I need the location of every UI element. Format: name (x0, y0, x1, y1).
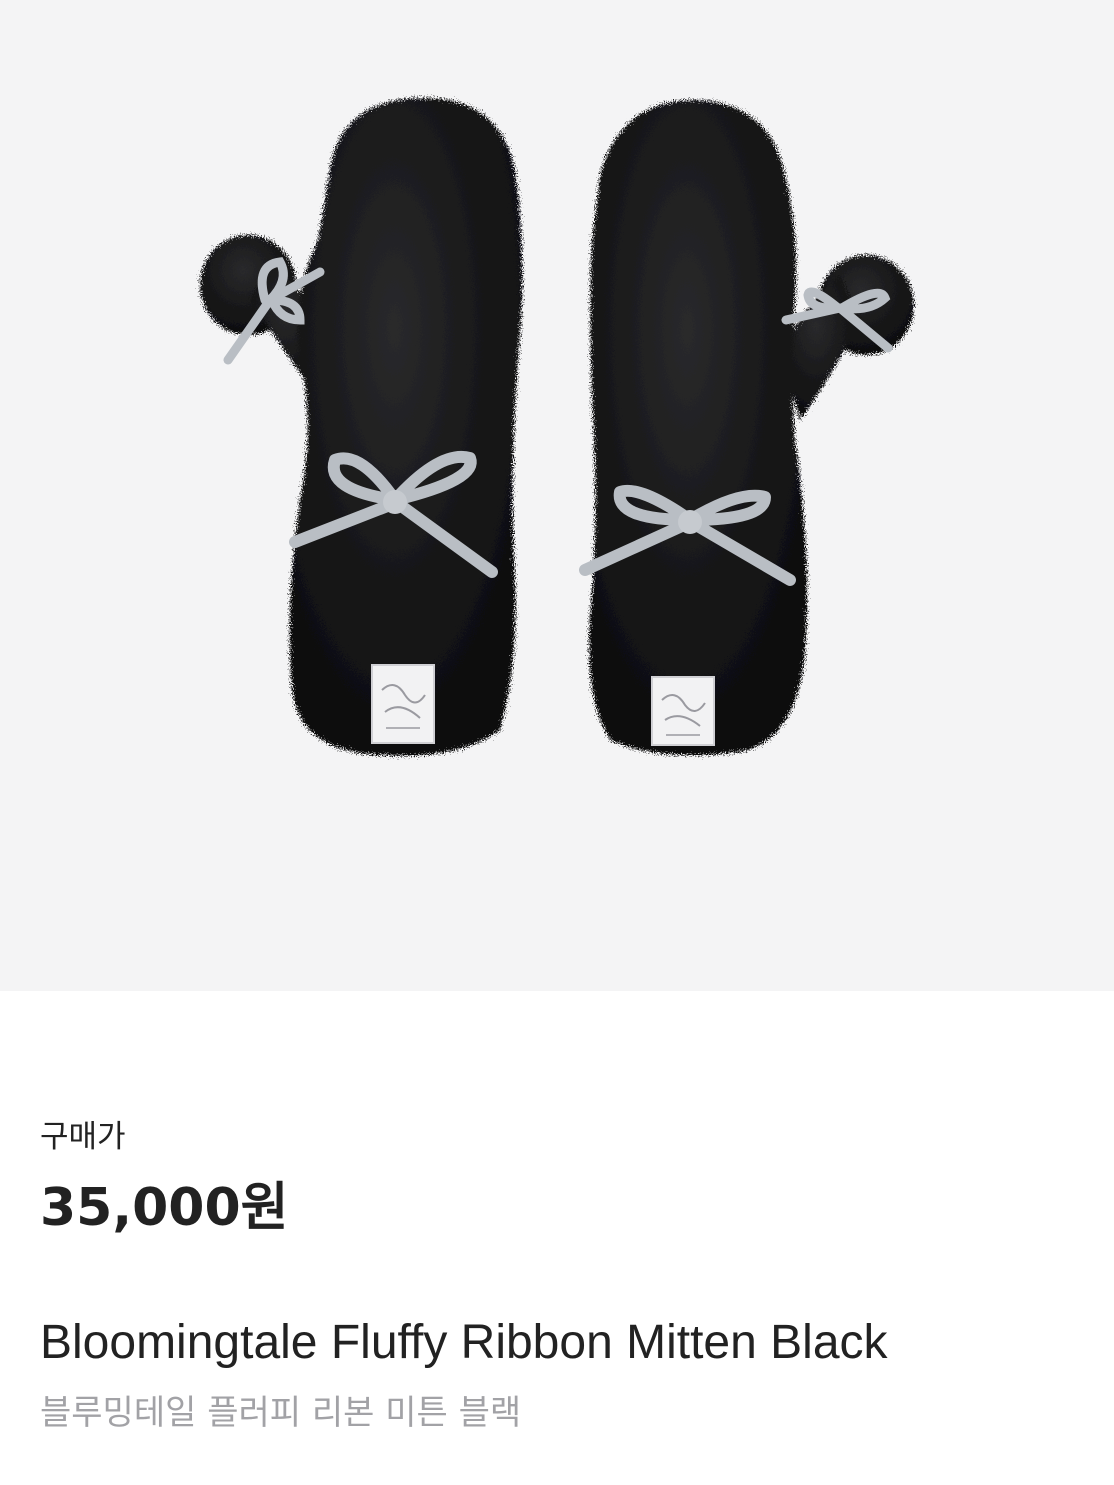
price-label: 구매가 (40, 1119, 126, 1155)
left-brand-tag (371, 664, 435, 744)
product-image[interactable] (0, 0, 1114, 991)
left-mitten (200, 97, 523, 756)
right-brand-tag (651, 676, 715, 746)
product-name-english[interactable]: Bloomingtale Fluffy Ribbon Mitten Black (40, 1313, 888, 1373)
purchase-price: 35,000원 (40, 1178, 289, 1238)
right-mitten (589, 100, 914, 756)
product-name-korean: 블루밍테일 플러피 리본 미튼 블랙 (40, 1393, 522, 1433)
mitten-pair-photo-icon (200, 97, 914, 756)
